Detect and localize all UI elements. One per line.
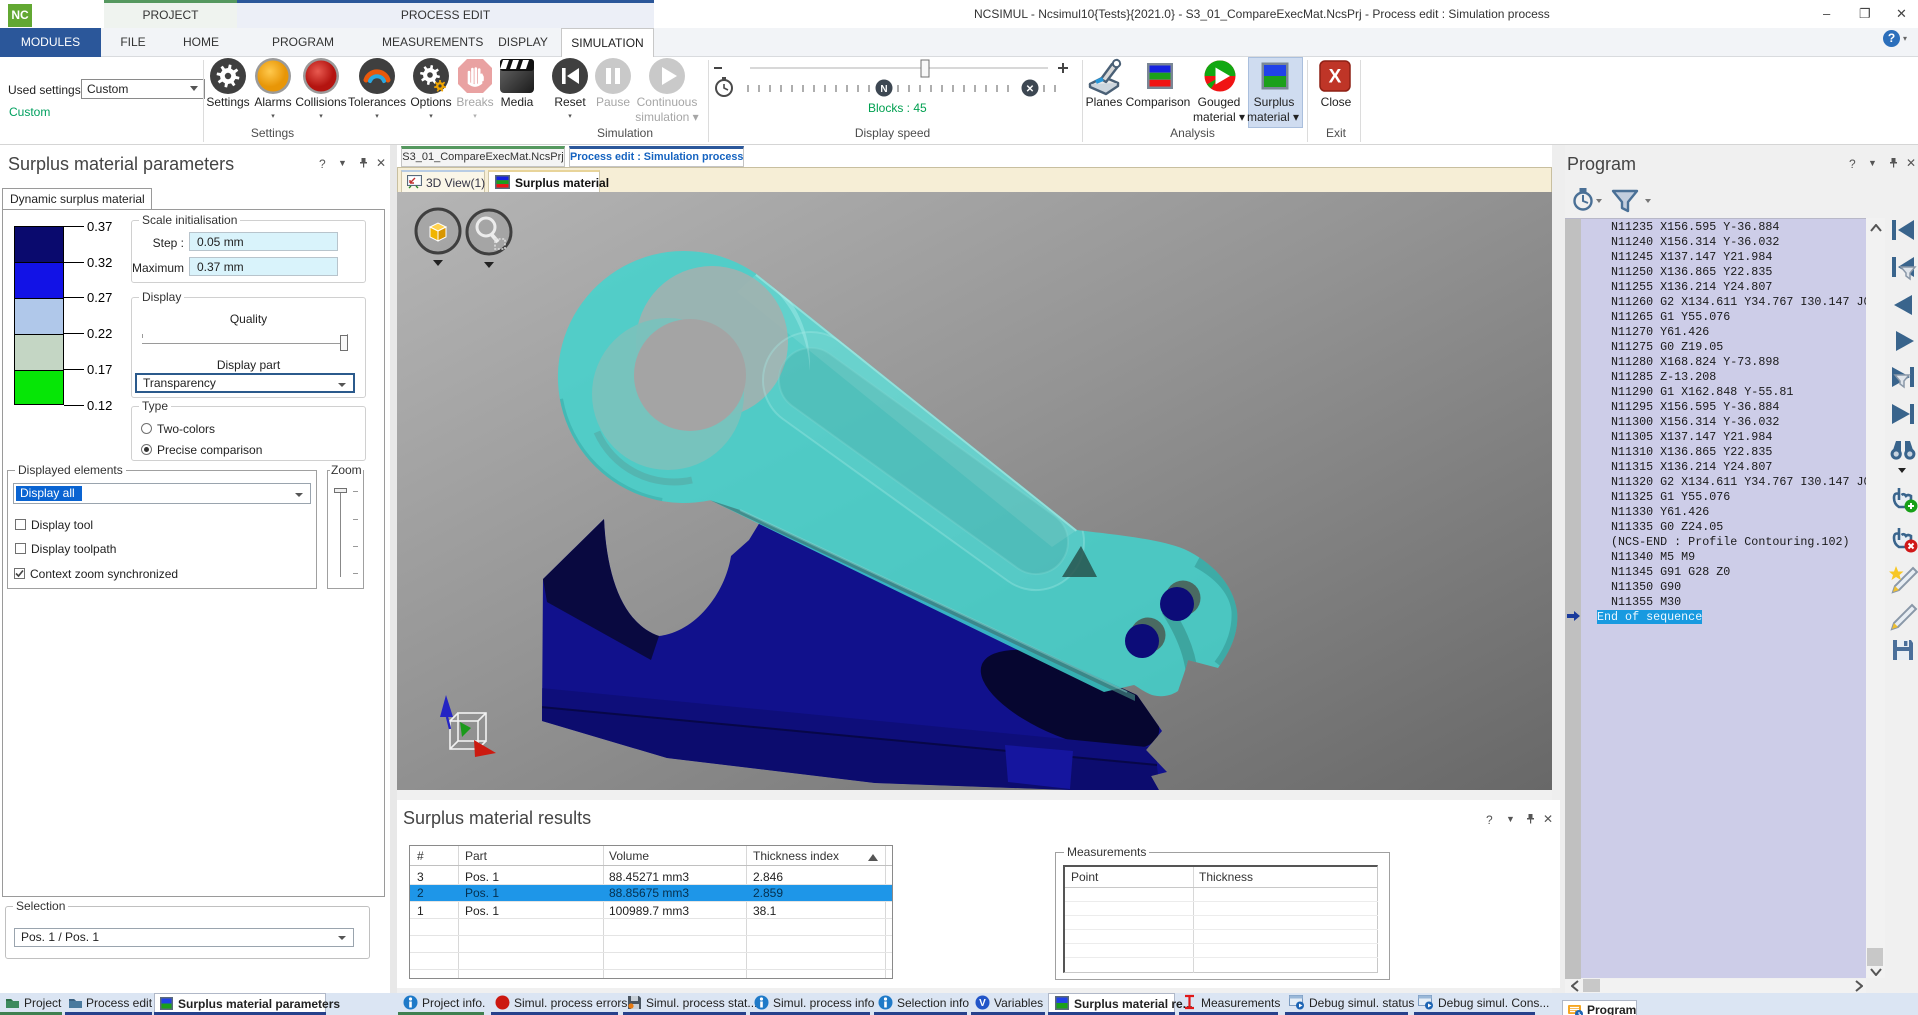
- svg-text:X: X: [1329, 67, 1342, 88]
- svg-text:N: N: [880, 84, 887, 95]
- svg-text:V: V: [979, 998, 986, 1009]
- svg-text:✕: ✕: [1026, 84, 1034, 95]
